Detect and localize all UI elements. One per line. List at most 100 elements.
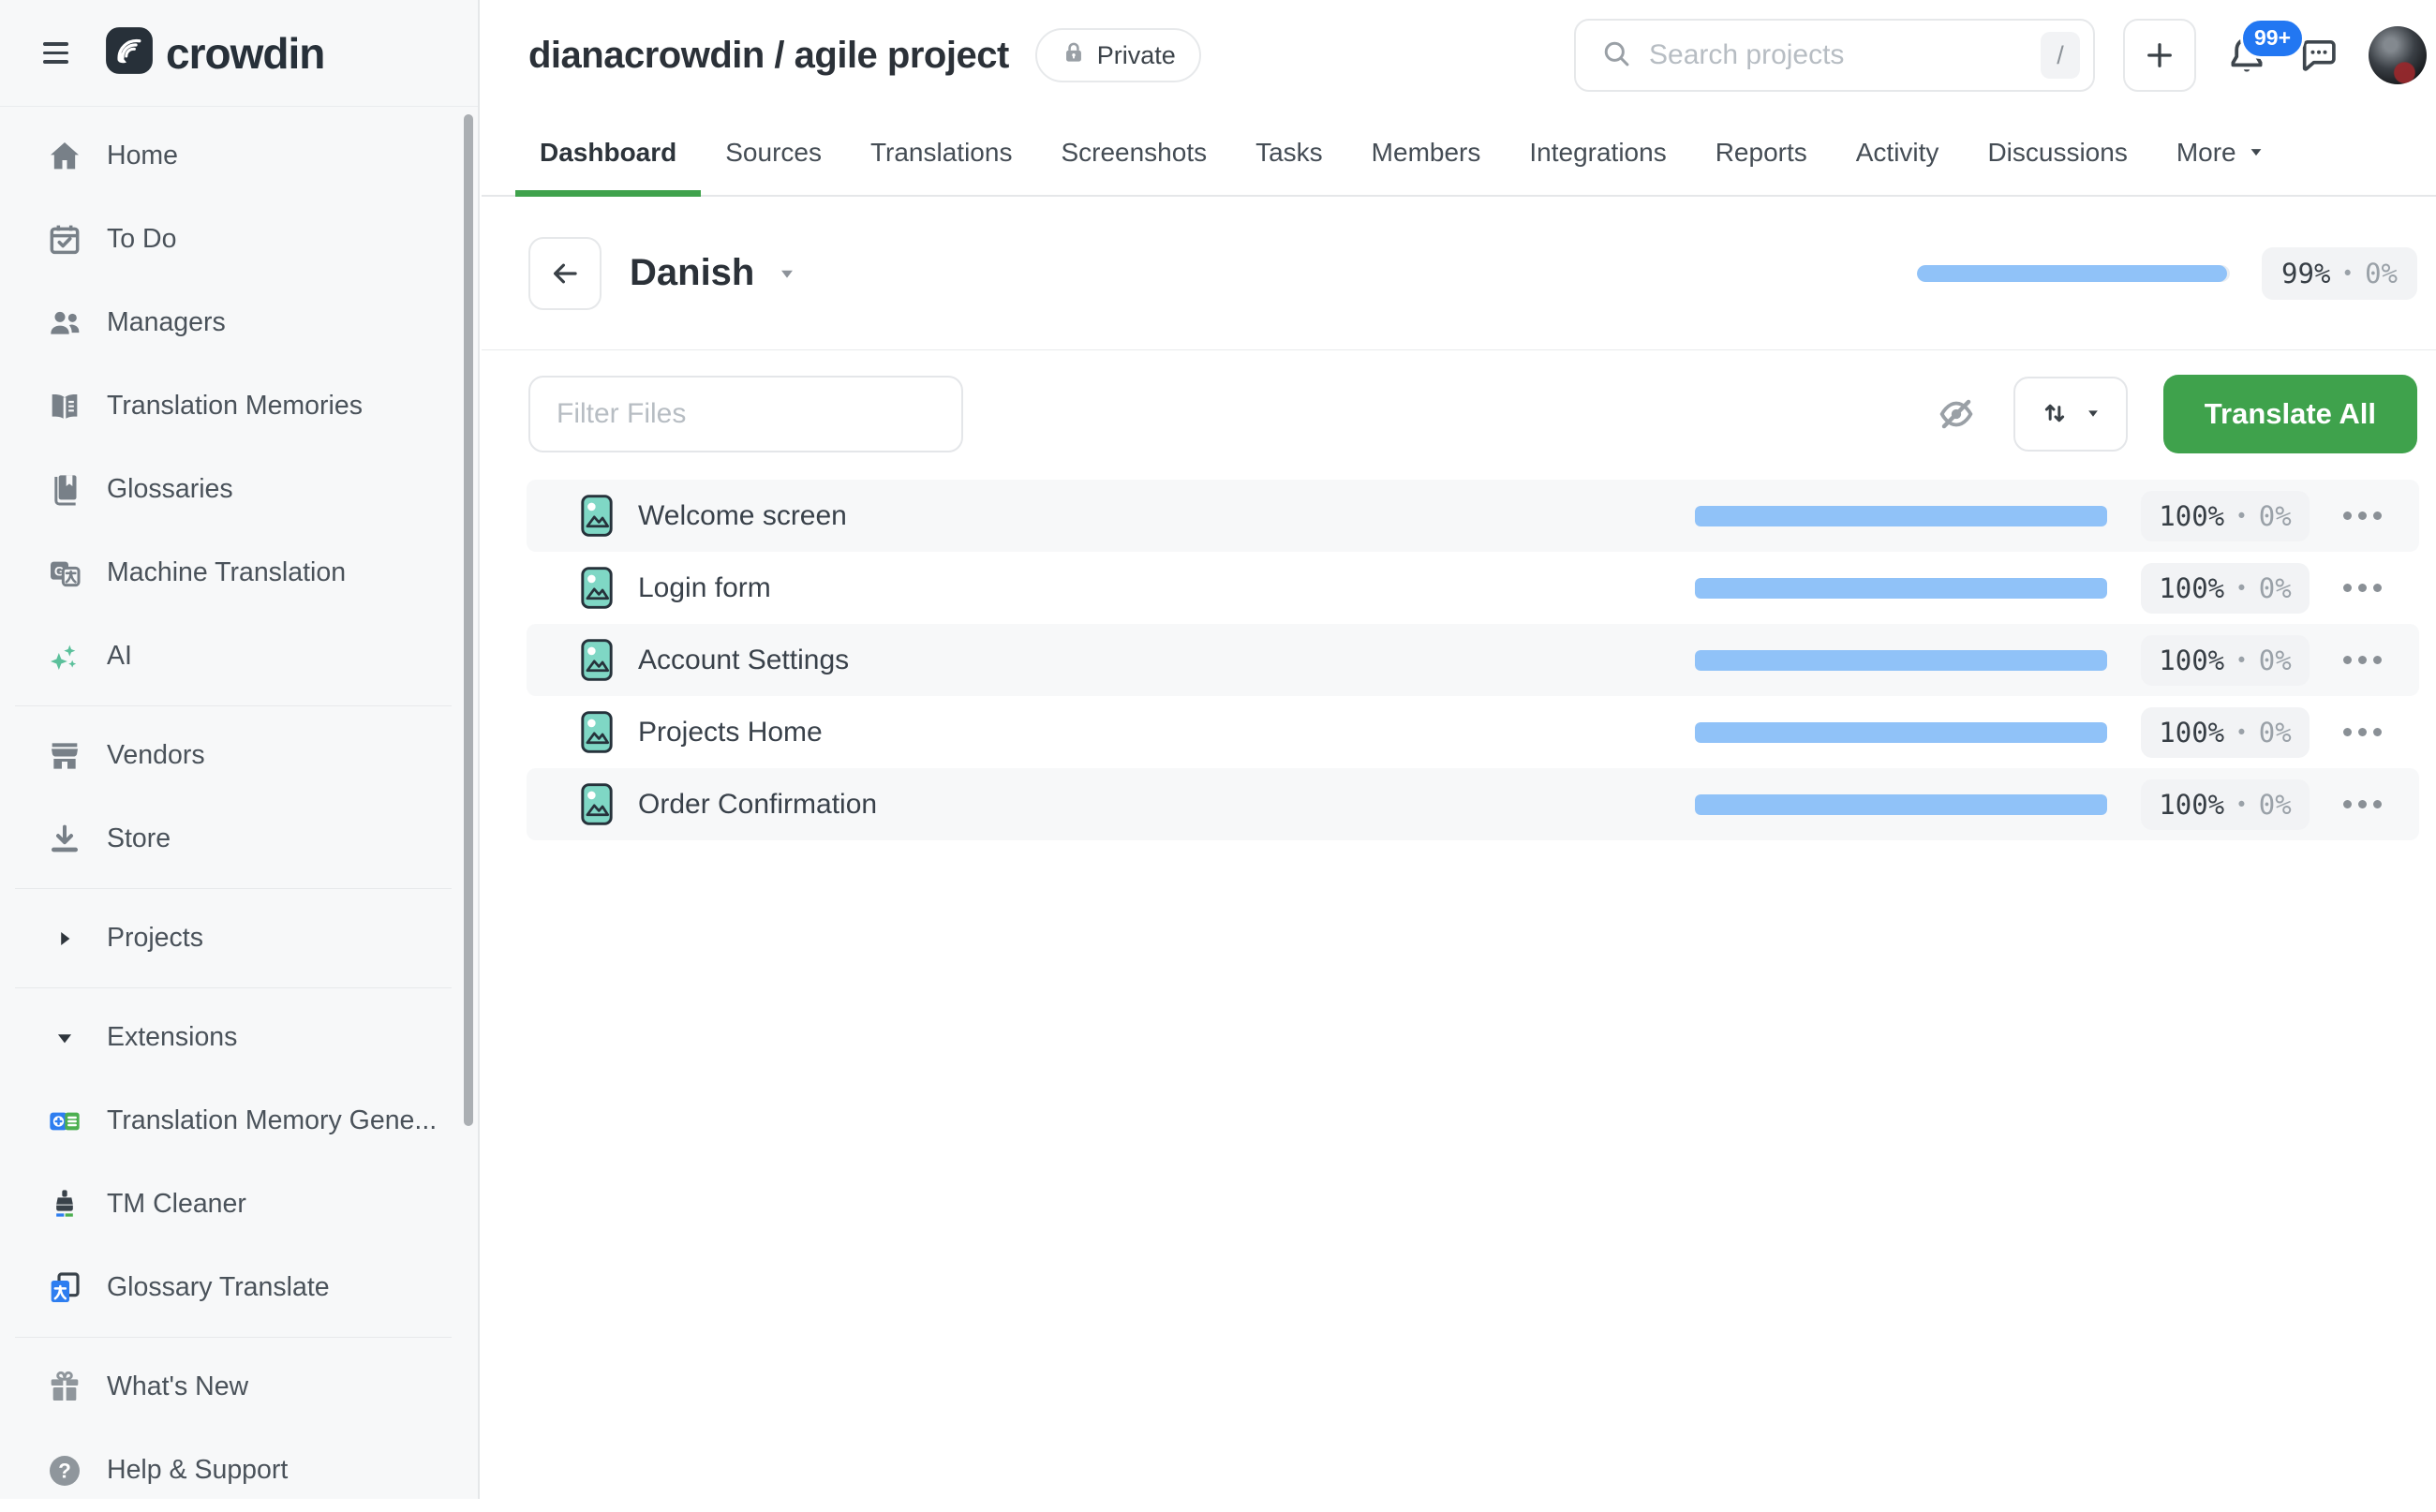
main-content: dianacrowdin / agile project Private / <box>482 0 2436 1499</box>
tab-more[interactable]: More <box>2152 111 2290 195</box>
book-open-icon <box>42 384 86 428</box>
file-row[interactable]: Order Confirmation 100%•0% <box>527 768 2419 840</box>
search-shortcut-key: / <box>2041 32 2080 79</box>
sidebar-item-todo[interactable]: To Do <box>0 198 478 281</box>
tm-generator-icon <box>42 1099 86 1143</box>
file-progress-badge: 100%•0% <box>2141 563 2310 614</box>
language-progress-badge: 99% • 0% <box>2262 247 2417 300</box>
file-row[interactable]: Account Settings 100%•0% <box>527 624 2419 696</box>
calendar-check-icon <box>42 217 86 261</box>
topbar: dianacrowdin / agile project Private / <box>482 0 2436 111</box>
sidebar-header: crowdin <box>0 0 478 107</box>
tab-activity[interactable]: Activity <box>1832 111 1964 195</box>
chevron-down-icon <box>42 1015 86 1060</box>
notifications-button[interactable]: 99+ <box>2224 33 2269 78</box>
sidebar-divider <box>15 705 452 706</box>
chevron-down-icon <box>2085 405 2102 424</box>
sidebar-divider <box>15 888 452 889</box>
sort-arrows-icon <box>2039 397 2071 432</box>
tab-translations[interactable]: Translations <box>846 111 1036 195</box>
image-file-icon <box>581 567 613 609</box>
chevron-down-icon <box>2247 138 2265 168</box>
language-header: Danish 99% • 0% <box>482 197 2436 350</box>
question-circle-icon: ? <box>42 1448 86 1492</box>
file-progress-bar <box>1695 722 2107 743</box>
sidebar-item-home[interactable]: Home <box>0 114 478 198</box>
file-progress-bar <box>1695 578 2107 599</box>
tab-screenshots[interactable]: Screenshots <box>1036 111 1231 195</box>
eye-off-icon[interactable] <box>1935 393 1978 436</box>
sidebar-divider <box>15 1337 452 1338</box>
file-more-menu[interactable] <box>2343 504 2382 527</box>
page-title: dianacrowdin / agile project <box>528 35 1009 77</box>
tab-tasks[interactable]: Tasks <box>1231 111 1347 195</box>
sidebar-item-whats-new[interactable]: What's New <box>0 1345 478 1429</box>
file-row[interactable]: Projects Home 100%•0% <box>527 696 2419 768</box>
sidebar-item-ai[interactable]: AI <box>0 615 478 698</box>
file-row[interactable]: Welcome screen 100%•0% <box>527 480 2419 552</box>
back-button[interactable] <box>528 237 602 310</box>
sidebar-item-store[interactable]: Store <box>0 797 478 881</box>
tab-discussions[interactable]: Discussions <box>1963 111 2151 195</box>
sidebar-item-machine-translation[interactable]: G Machine Translation <box>0 531 478 615</box>
privacy-label: Private <box>1097 41 1176 70</box>
book-icon <box>42 467 86 511</box>
file-more-menu[interactable] <box>2343 648 2382 672</box>
tm-cleaner-icon <box>42 1182 86 1226</box>
home-icon <box>42 134 86 178</box>
sidebar-item-tm-cleaner[interactable]: TM Cleaner <box>0 1163 478 1246</box>
add-project-button[interactable] <box>2123 19 2196 92</box>
machine-translation-icon: G <box>42 551 86 595</box>
sidebar-item-tm-generator[interactable]: Translation Memory Gene... <box>0 1079 478 1163</box>
menu-icon[interactable] <box>43 42 68 64</box>
tab-integrations[interactable]: Integrations <box>1505 111 1690 195</box>
file-progress-badge: 100%•0% <box>2141 779 2310 830</box>
avatar[interactable] <box>2369 26 2427 84</box>
file-progress-badge: 100%•0% <box>2141 491 2310 541</box>
notifications-count-badge: 99+ <box>2240 18 2305 59</box>
sidebar-item-extensions[interactable]: Extensions <box>0 996 478 1079</box>
image-file-icon <box>581 495 613 537</box>
sidebar-item-managers[interactable]: Managers <box>0 281 478 364</box>
language-chevron-down-icon[interactable] <box>777 263 797 284</box>
sidebar-item-help-support[interactable]: ? Help & Support <box>0 1429 478 1512</box>
tab-reports[interactable]: Reports <box>1691 111 1832 195</box>
file-progress-bar <box>1695 794 2107 815</box>
glossary-translate-icon <box>42 1266 86 1310</box>
file-progress-bar <box>1695 650 2107 671</box>
image-file-icon <box>581 711 613 753</box>
sidebar-item-vendors[interactable]: Vendors <box>0 714 478 797</box>
file-row[interactable]: Login form 100%•0% <box>527 552 2419 624</box>
search-icon <box>1600 37 1632 74</box>
file-name: Account Settings <box>638 645 849 676</box>
tab-dashboard[interactable]: Dashboard <box>515 111 701 195</box>
project-tabs: Dashboard Sources Translations Screensho… <box>482 111 2436 197</box>
lock-icon <box>1061 39 1087 72</box>
file-more-menu[interactable] <box>2343 720 2382 744</box>
file-list: Welcome screen 100%•0% Login form <box>527 480 2419 840</box>
filter-files-input[interactable] <box>528 376 963 452</box>
file-progress-bar <box>1695 506 2107 526</box>
search-input[interactable] <box>1649 39 2024 71</box>
sidebar-divider <box>15 987 452 988</box>
sidebar-item-translation-memories[interactable]: Translation Memories <box>0 364 478 448</box>
privacy-badge: Private <box>1035 28 1201 82</box>
sort-button[interactable] <box>2013 377 2128 452</box>
file-toolbar: Translate All <box>482 350 2436 453</box>
sidebar-item-glossaries[interactable]: Glossaries <box>0 448 478 531</box>
language-progress-bar <box>1917 265 2230 282</box>
sidebar: crowdin Home To Do Managers <box>0 0 480 1499</box>
crowdin-logo-text: crowdin <box>166 28 324 79</box>
download-icon <box>42 817 86 861</box>
file-more-menu[interactable] <box>2343 793 2382 816</box>
translate-all-button[interactable]: Translate All <box>2163 375 2417 453</box>
file-more-menu[interactable] <box>2343 576 2382 600</box>
sidebar-scrollbar[interactable] <box>464 114 473 1126</box>
search-box: / <box>1574 19 2095 92</box>
tab-members[interactable]: Members <box>1347 111 1506 195</box>
storefront-icon <box>42 734 86 778</box>
sidebar-item-glossary-translate[interactable]: Glossary Translate <box>0 1246 478 1329</box>
sidebar-item-projects[interactable]: Projects <box>0 897 478 980</box>
tab-sources[interactable]: Sources <box>701 111 846 195</box>
crowdin-logo[interactable]: crowdin <box>105 26 324 80</box>
